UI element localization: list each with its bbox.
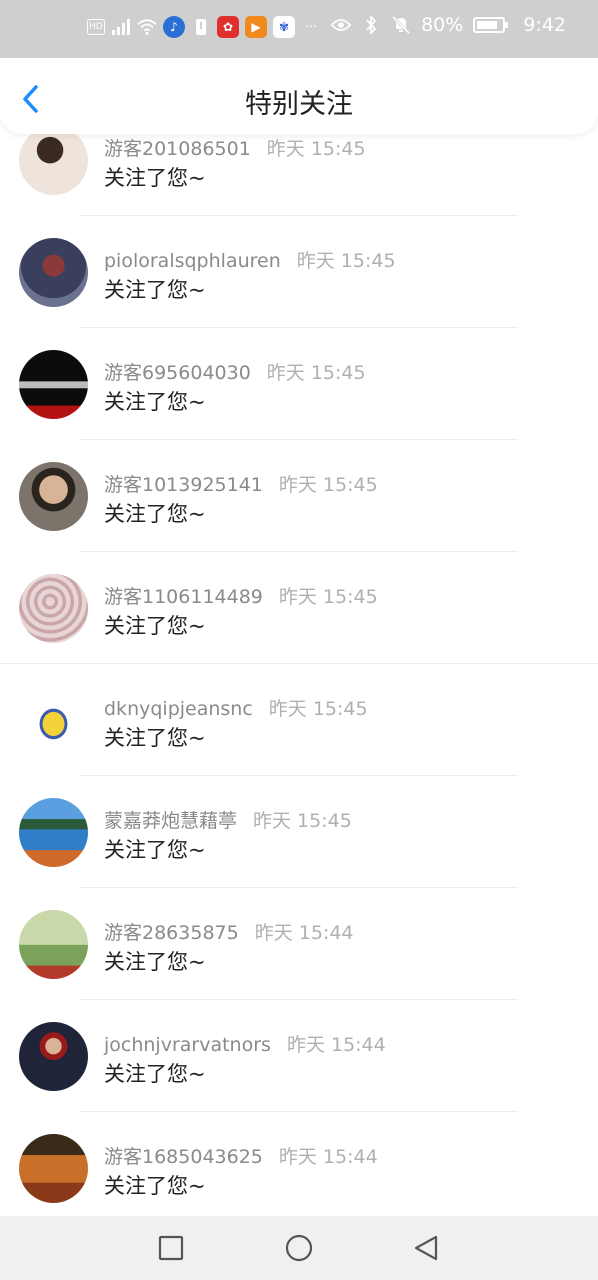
circle-home-icon <box>285 1234 313 1262</box>
4g-signal-icon <box>111 17 131 37</box>
timestamp: 昨天 15:45 <box>268 698 368 720</box>
list-item[interactable]: 蒙嘉莽炮慧藉葶 昨天 15:45 关注了您~ <box>0 776 598 888</box>
user-name: 游客201086501 <box>104 138 251 160</box>
sim-icon <box>191 17 211 37</box>
huawei-app-icon: ✿ <box>217 16 239 38</box>
timestamp: 昨天 15:44 <box>278 1146 378 1168</box>
back-nav-button[interactable] <box>412 1234 440 1262</box>
baidu-app-icon: ✾ <box>273 16 295 38</box>
timestamp: 昨天 15:45 <box>278 586 378 608</box>
list-item[interactable]: 游客695604030 昨天 15:45 关注了您~ <box>0 328 598 440</box>
recent-apps-button[interactable] <box>157 1234 185 1262</box>
avatar[interactable] <box>19 574 88 643</box>
list-item[interactable]: 游客1013925141 昨天 15:45 关注了您~ <box>0 440 598 552</box>
message-text: 关注了您~ <box>104 278 206 302</box>
message-text: 关注了您~ <box>104 1062 206 1086</box>
user-name: 蒙嘉莽炮慧藉葶 <box>104 810 238 832</box>
user-name: jochnjvrarvatnors <box>104 1034 271 1056</box>
home-button[interactable] <box>285 1234 313 1262</box>
status-bar: HD ♪ ✿ ▶ ✾ ··· 80% 9:42 <box>0 0 598 58</box>
timestamp: 昨天 15:45 <box>278 474 378 496</box>
clock: 9:42 <box>523 14 566 36</box>
user-name: 游客1685043625 <box>104 1146 263 1168</box>
page-title: 特别关注 <box>245 89 353 120</box>
timestamp: 昨天 15:44 <box>286 1034 386 1056</box>
user-name: 游客1106114489 <box>104 586 263 608</box>
avatar[interactable] <box>19 1134 88 1203</box>
header: 特别关注 <box>0 58 598 134</box>
screen: HD ♪ ✿ ▶ ✾ ··· 80% 9:42 特别关注 游客201086501… <box>0 0 598 1280</box>
user-name: pioloralsqphlauren <box>104 250 281 272</box>
avatar[interactable] <box>19 238 88 307</box>
avatar[interactable] <box>19 126 88 195</box>
message-text: 关注了您~ <box>104 166 206 190</box>
timestamp: 昨天 15:45 <box>253 810 352 832</box>
avatar[interactable] <box>19 1022 88 1091</box>
list-item[interactable]: pioloralsqphlauren 昨天 15:45 关注了您~ <box>0 216 598 328</box>
status-left-icons: HD ♪ ✿ ▶ ✾ ··· <box>87 16 321 38</box>
follower-list: 游客201086501 昨天 15:45 关注了您~ pioloralsqphla… <box>0 104 598 1224</box>
avatar[interactable] <box>19 350 88 419</box>
message-text: 关注了您~ <box>104 390 206 414</box>
eye-icon <box>331 15 352 35</box>
avatar[interactable] <box>19 798 88 867</box>
message-text: 关注了您~ <box>104 726 206 750</box>
message-text: 关注了您~ <box>104 1174 206 1198</box>
wifi-icon <box>137 17 157 37</box>
user-name: 游客28635875 <box>104 922 239 944</box>
list-item[interactable]: 游客1685043625 昨天 15:44 关注了您~ <box>0 1112 598 1224</box>
app-notify-icon: ♪ <box>163 16 185 38</box>
more-dots-icon: ··· <box>304 19 318 35</box>
hd-icon: HD <box>87 19 105 35</box>
bluetooth-icon <box>361 15 381 35</box>
user-name: dknyqipjeansnc <box>104 698 253 720</box>
timestamp: 昨天 15:45 <box>266 138 366 160</box>
message-text: 关注了您~ <box>104 838 206 862</box>
triangle-back-icon <box>414 1235 438 1261</box>
status-right-icons: 80% 9:42 <box>331 14 566 36</box>
list-item[interactable]: 游客28635875 昨天 15:44 关注了您~ <box>0 888 598 1000</box>
message-text: 关注了您~ <box>104 614 206 638</box>
video-app-icon: ▶ <box>245 16 267 38</box>
message-text: 关注了您~ <box>104 502 206 526</box>
timestamp: 昨天 15:45 <box>266 362 366 384</box>
mute-icon <box>391 15 411 35</box>
avatar[interactable] <box>19 910 88 979</box>
user-name: 游客1013925141 <box>104 474 263 496</box>
navigation-bar <box>0 1216 598 1280</box>
list-item[interactable]: jochnjvrarvatnors 昨天 15:44 关注了您~ <box>0 1000 598 1112</box>
timestamp: 昨天 15:44 <box>254 922 354 944</box>
message-text: 关注了您~ <box>104 950 206 974</box>
battery-percent: 80% <box>421 14 464 36</box>
list-item[interactable]: dknyqipjeansnc 昨天 15:45 关注了您~ <box>0 664 598 776</box>
user-name: 游客695604030 <box>104 362 251 384</box>
timestamp: 昨天 15:45 <box>296 250 396 272</box>
square-recent-icon <box>158 1235 184 1261</box>
list-item[interactable]: 游客1106114489 昨天 15:45 关注了您~ <box>0 552 598 664</box>
avatar[interactable] <box>19 462 88 531</box>
avatar[interactable] <box>19 686 88 755</box>
battery-icon <box>473 17 509 33</box>
